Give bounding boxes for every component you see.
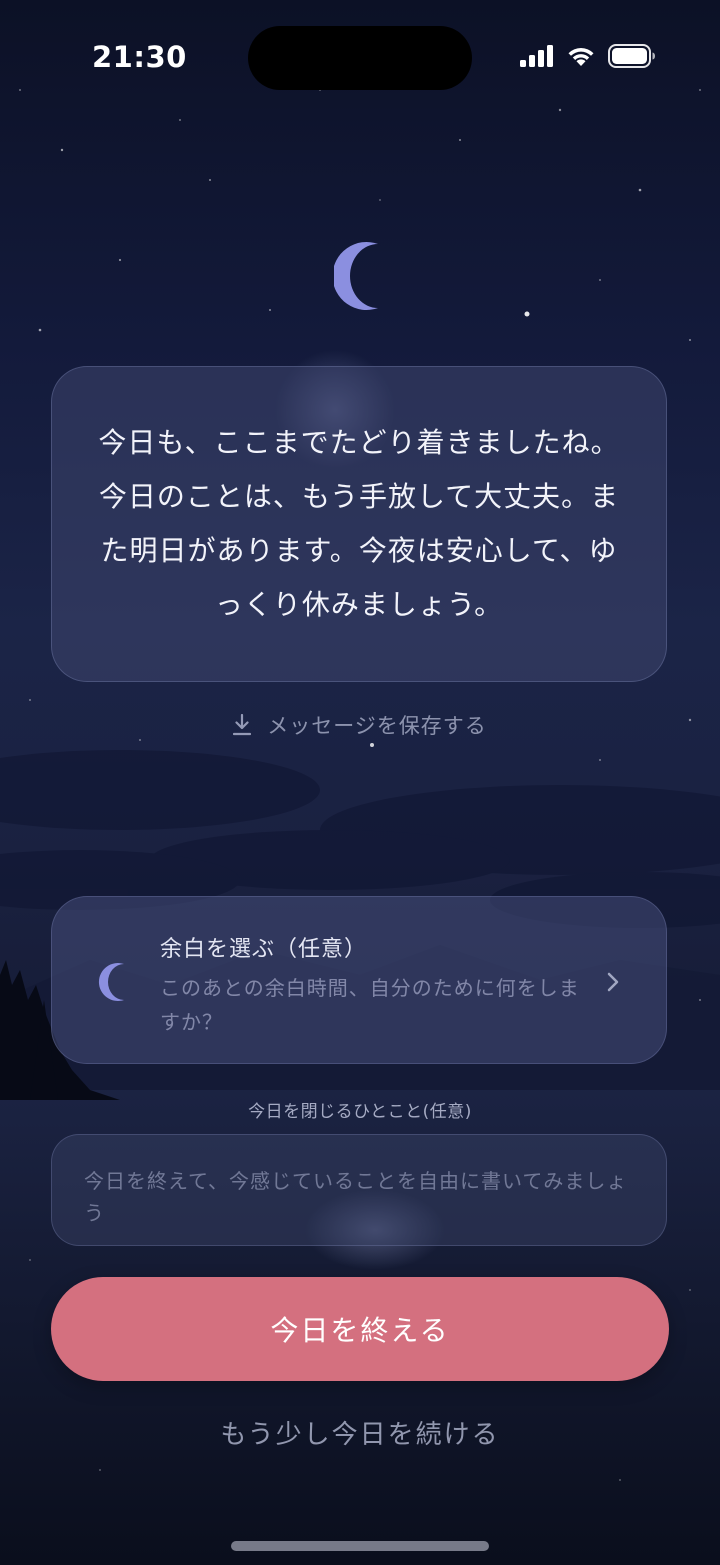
continue-today-link[interactable]: もう少し今日を続ける — [0, 1414, 720, 1451]
save-message-label: メッセージを保存する — [267, 714, 487, 738]
crescent-moon-icon — [334, 242, 378, 310]
wifi-icon — [568, 48, 594, 66]
message-text: 今日も、ここまでたどり着きましたね。今日のことは、もう手放して大丈夫。また明日が… — [98, 426, 620, 621]
status-time: 21:30 — [92, 40, 187, 74]
choose-free-time-card[interactable]: 余白を選ぶ（任意） このあとの余白時間、自分のために何をしますか？ — [51, 896, 667, 1064]
end-today-button[interactable]: 今日を終える — [51, 1277, 669, 1381]
download-icon — [233, 714, 252, 736]
chevron-right-icon — [607, 972, 619, 992]
message-card: 今日も、ここまでたどり着きましたね。今日のことは、もう手放して大丈夫。また明日が… — [51, 366, 667, 682]
save-message-button[interactable]: メッセージを保存する — [0, 710, 720, 740]
battery-icon — [608, 44, 655, 68]
dynamic-island — [248, 26, 472, 90]
screen: { "status_bar": { "time": "21:30", "icon… — [0, 0, 720, 1565]
choose-card-description: このあとの余白時間、自分のために何をしますか？ — [160, 976, 580, 1034]
home-indicator[interactable] — [231, 1541, 489, 1551]
cellular-signal-icon — [520, 45, 553, 67]
status-icons — [520, 44, 656, 68]
closing-note-input[interactable]: 今日を終えて、今感じていることを自由に書いてみましょう — [51, 1134, 667, 1246]
choose-card-title: 余白を選ぶ（任意） — [160, 937, 368, 962]
closing-note-label: 今日を閉じるひとこと(任意) — [248, 1102, 472, 1122]
crescent-moon-icon — [98, 963, 124, 1001]
